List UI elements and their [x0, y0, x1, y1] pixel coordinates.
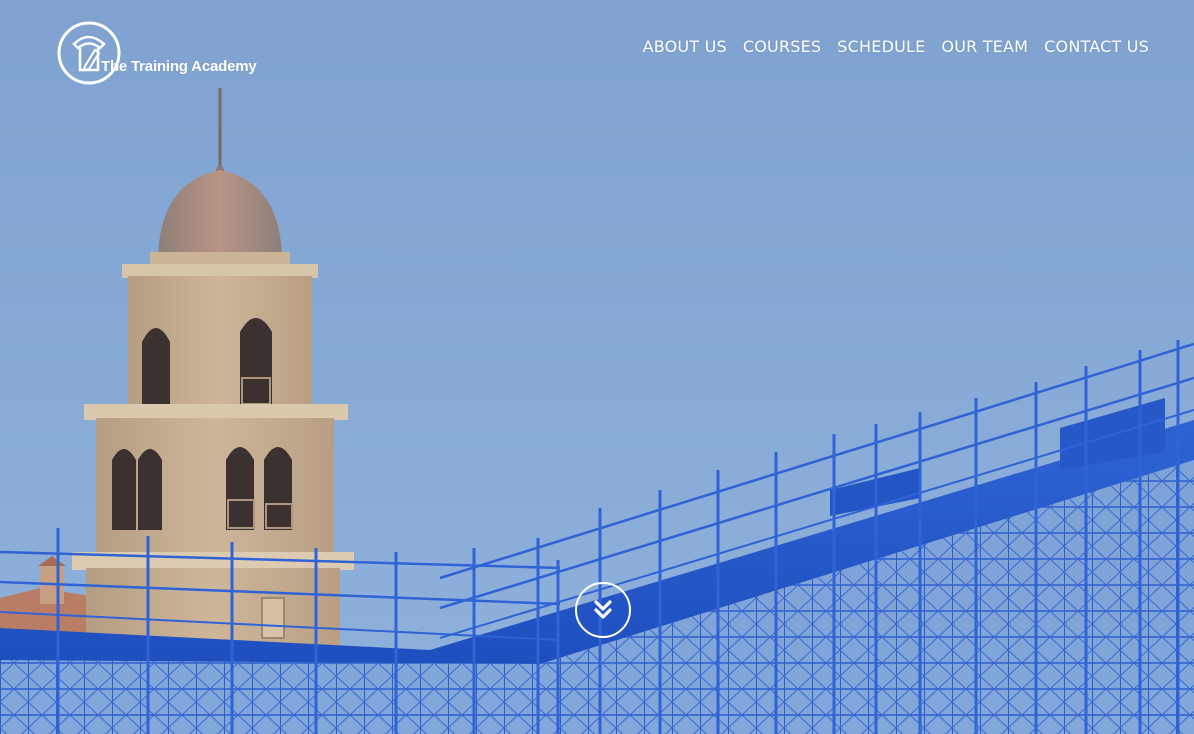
pencil-shield-icon — [57, 21, 121, 85]
scroll-down-button[interactable] — [575, 582, 631, 638]
bell-tower — [72, 88, 354, 648]
brand-name: The Training Academy — [101, 58, 257, 75]
nav-item-schedule[interactable]: SCHEDULE — [837, 37, 925, 56]
nav-item-courses[interactable]: COURSES — [743, 37, 821, 56]
nav-item-contact-us[interactable]: CONTACT US — [1044, 37, 1149, 56]
brand-logo[interactable]: The Training Academy — [56, 20, 266, 88]
main-navigation: ABOUT US COURSES SCHEDULE OUR TEAM CONTA… — [643, 37, 1149, 56]
nav-item-our-team[interactable]: OUR TEAM — [941, 37, 1028, 56]
chevron-double-down-icon — [594, 600, 612, 619]
nav-item-about-us[interactable]: ABOUT US — [643, 37, 727, 56]
hero-section: The Training Academy ABOUT US COURSES SC… — [0, 0, 1194, 734]
